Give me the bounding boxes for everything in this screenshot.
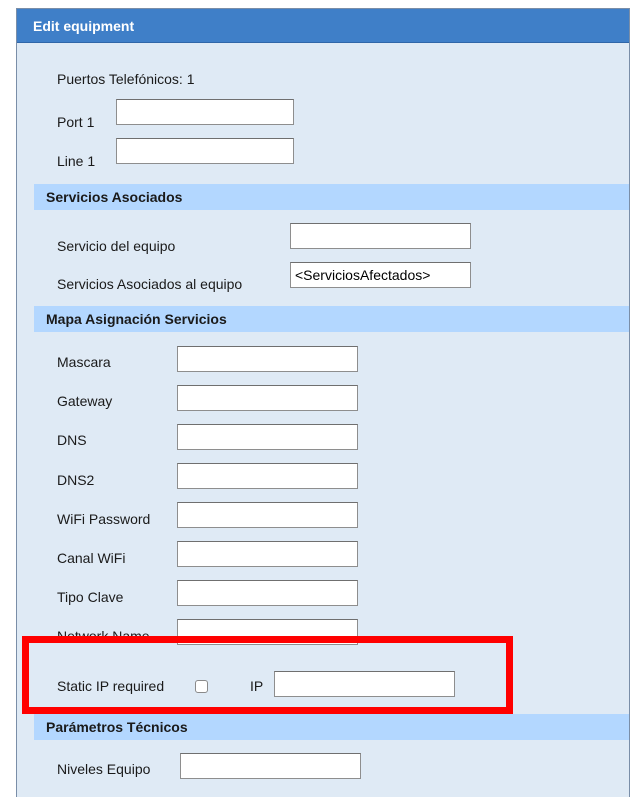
- line-1-label: Line 1: [57, 153, 96, 169]
- canal-wifi-label: Canal WiFi: [57, 550, 126, 566]
- tipo-clave-label: Tipo Clave: [57, 589, 124, 605]
- servicios-asociados-label: Servicios Asociados al equipo: [57, 276, 243, 292]
- port-1-input[interactable]: [116, 99, 294, 125]
- port-1-label: Port 1: [57, 114, 95, 130]
- static-ip-label: Static IP required: [57, 678, 165, 694]
- section-servicios-asociados: Servicios Asociados: [34, 184, 629, 210]
- dns2-input[interactable]: [177, 463, 358, 489]
- edit-equipment-panel: Edit equipment Puertos Telefónicos: 1 Po…: [16, 8, 630, 797]
- dns-label: DNS: [57, 432, 87, 448]
- phone-ports-summary: Puertos Telefónicos: 1: [57, 71, 195, 87]
- wifi-password-input[interactable]: [177, 502, 358, 528]
- servicios-asociados-input[interactable]: [290, 262, 471, 288]
- dns2-label: DNS2: [57, 472, 95, 488]
- line-1-input[interactable]: [116, 138, 294, 164]
- network-name-input[interactable]: [177, 619, 358, 645]
- section-parametros-tecnicos: Parámetros Técnicos: [34, 714, 629, 740]
- wifi-password-label: WiFi Password: [57, 511, 151, 527]
- mascara-label: Mascara: [57, 354, 111, 370]
- niveles-equipo-input[interactable]: [180, 753, 361, 779]
- ip-label: IP: [250, 678, 264, 694]
- section-mapa-asignacion: Mapa Asignación Servicios: [34, 306, 629, 332]
- niveles-equipo-label: Niveles Equipo: [57, 761, 151, 777]
- static-ip-checkbox[interactable]: [195, 680, 208, 693]
- gateway-input[interactable]: [177, 385, 358, 411]
- mascara-input[interactable]: [177, 346, 358, 372]
- servicio-equipo-input[interactable]: [290, 223, 471, 249]
- panel-title: Edit equipment: [17, 9, 629, 43]
- dns-input[interactable]: [177, 424, 358, 450]
- ip-input[interactable]: [274, 671, 455, 697]
- servicio-equipo-label: Servicio del equipo: [57, 238, 176, 254]
- gateway-label: Gateway: [57, 393, 113, 409]
- tipo-clave-input[interactable]: [177, 580, 358, 606]
- network-name-label: Network Name: [57, 628, 150, 644]
- canal-wifi-input[interactable]: [177, 541, 358, 567]
